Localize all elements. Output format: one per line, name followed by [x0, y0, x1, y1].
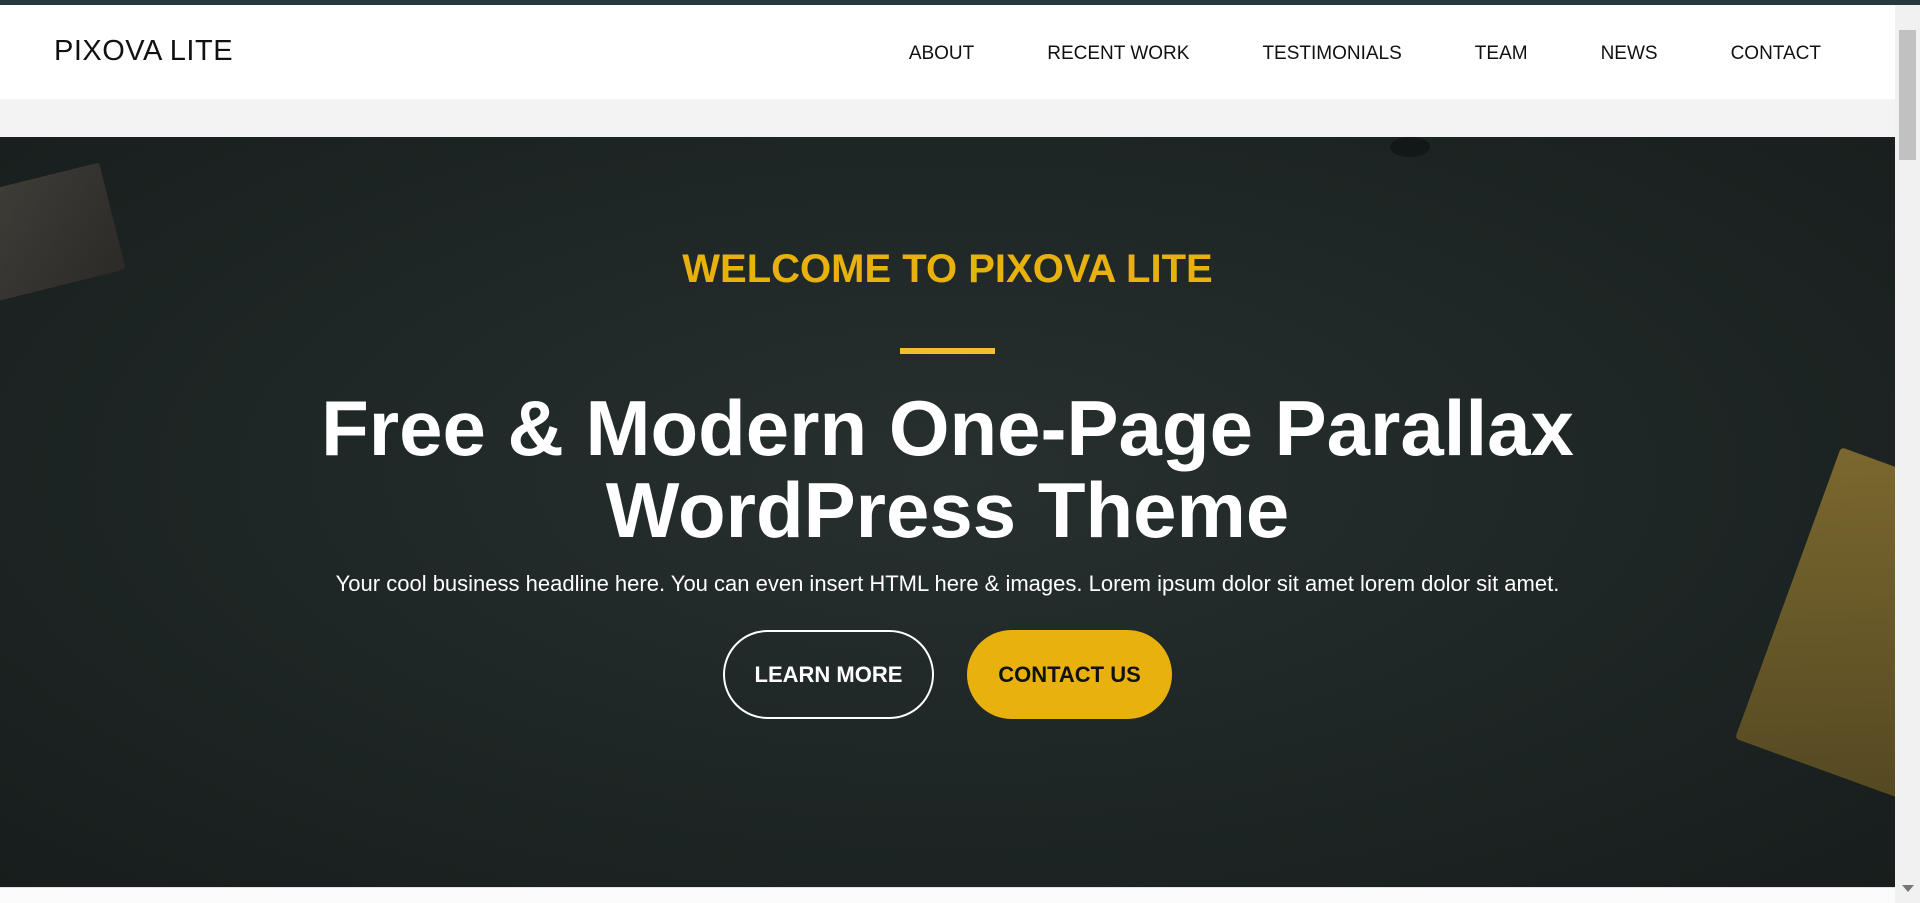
hero-title-line-2: WordPress Theme [605, 466, 1290, 554]
site-logo[interactable]: PIXOVA LITE [54, 35, 233, 68]
site-header: PIXOVA LITE ABOUT RECENT WORK TESTIMONIA… [0, 5, 1895, 99]
hero-subtitle: Your cool business headline here. You ca… [335, 571, 1560, 596]
main-nav: ABOUT RECENT WORK TESTIMONIALS TEAM NEWS… [909, 43, 1821, 65]
hero-divider [900, 348, 995, 354]
page-viewport: PIXOVA LITE ABOUT RECENT WORK TESTIMONIA… [0, 5, 1895, 887]
learn-more-button[interactable]: LEARN MORE [723, 630, 934, 719]
scroll-down-arrow-icon[interactable] [1902, 885, 1914, 892]
scrollbar-thumb[interactable] [1899, 30, 1916, 160]
hero-title-line-1: Free & Modern One-Page Parallax [321, 384, 1574, 472]
hero-section: WELCOME TO PIXOVA LITE Free & Modern One… [0, 137, 1895, 887]
vertical-scrollbar[interactable] [1895, 5, 1920, 903]
nav-item-news[interactable]: NEWS [1601, 43, 1658, 65]
nav-item-team[interactable]: TEAM [1475, 43, 1528, 65]
nav-item-about[interactable]: ABOUT [909, 43, 974, 65]
hero-kicker: WELCOME TO PIXOVA LITE [682, 247, 1213, 291]
hero-title: Free & Modern One-Page Parallax WordPres… [0, 387, 1895, 551]
nav-item-testimonials[interactable]: TESTIMONIALS [1262, 43, 1401, 65]
contact-us-button[interactable]: CONTACT US [967, 630, 1172, 719]
bottom-strip [0, 887, 1895, 903]
nav-item-recent-work[interactable]: RECENT WORK [1047, 43, 1189, 65]
hero-background-shadow [1390, 137, 1430, 157]
nav-item-contact[interactable]: CONTACT [1731, 43, 1821, 65]
